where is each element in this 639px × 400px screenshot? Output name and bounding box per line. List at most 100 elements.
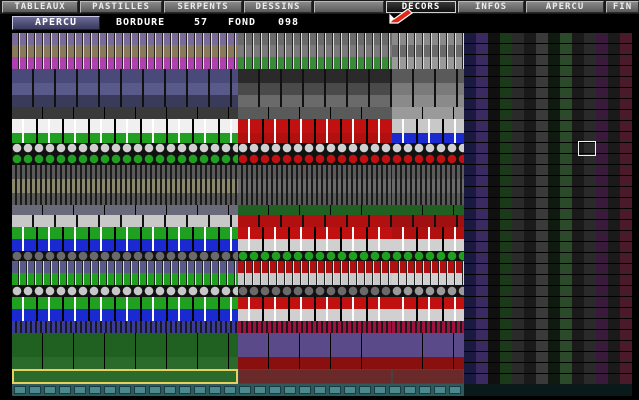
tile-band-1-seg-1[interactable] (238, 45, 392, 57)
bottom-tile-15[interactable] (239, 386, 251, 394)
tile-band-26-seg-1[interactable] (238, 345, 392, 357)
tile-band-5-seg-1[interactable] (238, 95, 392, 107)
tile-band-6-seg-0[interactable] (12, 107, 238, 119)
decor-tile-sheet[interactable] (12, 33, 464, 384)
tile-band-11-seg-0[interactable] (12, 165, 238, 179)
tile-band-22-seg-0[interactable] (12, 297, 238, 309)
tile-band-6-seg-1[interactable] (238, 107, 392, 119)
bottom-tile-24[interactable] (374, 386, 386, 394)
tile-band-15-seg-2[interactable] (392, 215, 464, 227)
tile-band-23-seg-0[interactable] (12, 309, 238, 321)
tile-band-2-seg-1[interactable] (238, 57, 392, 69)
bottom-tile-20[interactable] (314, 386, 326, 394)
tile-band-18-seg-0[interactable] (12, 251, 238, 261)
bottom-tile-0[interactable] (14, 386, 26, 394)
tile-band-21-seg-1[interactable] (238, 285, 392, 297)
tile-bottom-strip[interactable] (12, 384, 464, 396)
bottom-tile-1[interactable] (29, 386, 41, 394)
tile-band-7-seg-1[interactable] (238, 119, 392, 133)
palette-column-13[interactable] (620, 33, 632, 384)
tile-band-9-seg-0[interactable] (12, 143, 238, 153)
tile-band-1-seg-0[interactable] (12, 45, 238, 57)
tile-band-18-seg-2[interactable] (392, 251, 464, 261)
tile-band-26-seg-0[interactable] (12, 345, 238, 357)
tile-band-12-seg-0[interactable] (12, 179, 238, 193)
tile-band-21-seg-0[interactable] (12, 285, 238, 297)
tile-band-14-seg-0[interactable] (12, 205, 238, 215)
tile-band-14-seg-1[interactable] (238, 205, 392, 215)
tile-band-14-seg-2[interactable] (392, 205, 464, 215)
bottom-tile-14[interactable] (224, 386, 236, 394)
tab-tableaux[interactable]: TABLEAUX (2, 1, 78, 13)
tab-pastilles[interactable]: PASTILLES (80, 1, 162, 13)
bottom-tile-2[interactable] (44, 386, 56, 394)
palette-column-5[interactable] (524, 33, 536, 384)
tile-band-21-seg-2[interactable] (392, 285, 464, 297)
bottom-tile-21[interactable] (329, 386, 341, 394)
tile-band-10-seg-1[interactable] (238, 153, 392, 165)
tile-band-13-seg-2[interactable] (392, 193, 464, 205)
tile-band-15-seg-0[interactable] (12, 215, 238, 227)
palette-column-6[interactable] (536, 33, 548, 384)
bottom-tile-6[interactable] (104, 386, 116, 394)
tile-band-19-seg-0[interactable] (12, 261, 238, 273)
bottom-tile-5[interactable] (89, 386, 101, 394)
tab-apercu[interactable]: APERCU (526, 1, 604, 13)
palette-column-8[interactable] (560, 33, 572, 384)
bottom-tile-17[interactable] (269, 386, 281, 394)
bottom-tile-19[interactable] (299, 386, 311, 394)
tile-band-13-seg-1[interactable] (238, 193, 392, 205)
tile-band-11-seg-2[interactable] (392, 165, 464, 179)
tile-band-2-seg-2[interactable] (392, 57, 464, 69)
tile-band-16-seg-0[interactable] (12, 227, 238, 239)
palette-column-12[interactable] (608, 33, 620, 384)
tile-band-17-seg-0[interactable] (12, 239, 238, 251)
palette-column-1[interactable] (476, 33, 488, 384)
tile-band-4-seg-0[interactable] (12, 83, 238, 95)
tile-band-27-seg-0[interactable] (12, 357, 238, 369)
tile-band-26-seg-2[interactable] (392, 345, 464, 357)
tile-band-27-seg-2[interactable] (392, 357, 464, 369)
tile-band-22-seg-2[interactable] (392, 297, 464, 309)
tile-band-20-seg-0[interactable] (12, 273, 238, 285)
tile-band-19-seg-1[interactable] (238, 261, 392, 273)
background-pattern-palette[interactable] (464, 33, 632, 384)
tile-band-9-seg-2[interactable] (392, 143, 464, 153)
tile-band-20-seg-2[interactable] (392, 273, 464, 285)
tile-band-5-seg-2[interactable] (392, 95, 464, 107)
palette-column-2[interactable] (488, 33, 500, 384)
tile-band-25-seg-2[interactable] (392, 333, 464, 345)
bottom-tile-4[interactable] (74, 386, 86, 394)
palette-column-4[interactable] (512, 33, 524, 384)
tile-band-3-seg-2[interactable] (392, 69, 464, 83)
tile-band-10-seg-0[interactable] (12, 153, 238, 165)
bottom-tile-7[interactable] (119, 386, 131, 394)
tile-band-8-seg-0[interactable] (12, 133, 238, 143)
bottom-tile-10[interactable] (164, 386, 176, 394)
tile-band-2-seg-0[interactable] (12, 57, 238, 69)
tile-band-17-seg-1[interactable] (238, 239, 392, 251)
palette-column-10[interactable] (584, 33, 596, 384)
tile-band-13-seg-0[interactable] (12, 193, 238, 205)
bottom-tile-8[interactable] (134, 386, 146, 394)
tile-band-23-seg-2[interactable] (392, 309, 464, 321)
tile-band-24-seg-1[interactable] (238, 321, 392, 333)
bottom-tile-22[interactable] (344, 386, 356, 394)
tile-band-11-seg-1[interactable] (238, 165, 392, 179)
tab-infos[interactable]: INFOS (458, 1, 524, 13)
bottom-tile-13[interactable] (209, 386, 221, 394)
apercu-button[interactable]: APERCU (12, 16, 100, 30)
tile-band-3-seg-0[interactable] (12, 69, 238, 83)
tile-band-25-seg-0[interactable] (12, 333, 238, 345)
bottom-tile-18[interactable] (284, 386, 296, 394)
tile-band-28-seg-0[interactable] (12, 369, 238, 384)
bottom-tile-28[interactable] (434, 386, 446, 394)
tile-band-28-seg-1[interactable] (238, 369, 392, 384)
tile-band-15-seg-1[interactable] (238, 215, 392, 227)
tile-band-9-seg-1[interactable] (238, 143, 392, 153)
bottom-tile-9[interactable] (149, 386, 161, 394)
tile-band-27-seg-1[interactable] (238, 357, 392, 369)
bottom-tile-25[interactable] (389, 386, 401, 394)
palette-column-11[interactable] (596, 33, 608, 384)
bottom-tile-11[interactable] (179, 386, 191, 394)
